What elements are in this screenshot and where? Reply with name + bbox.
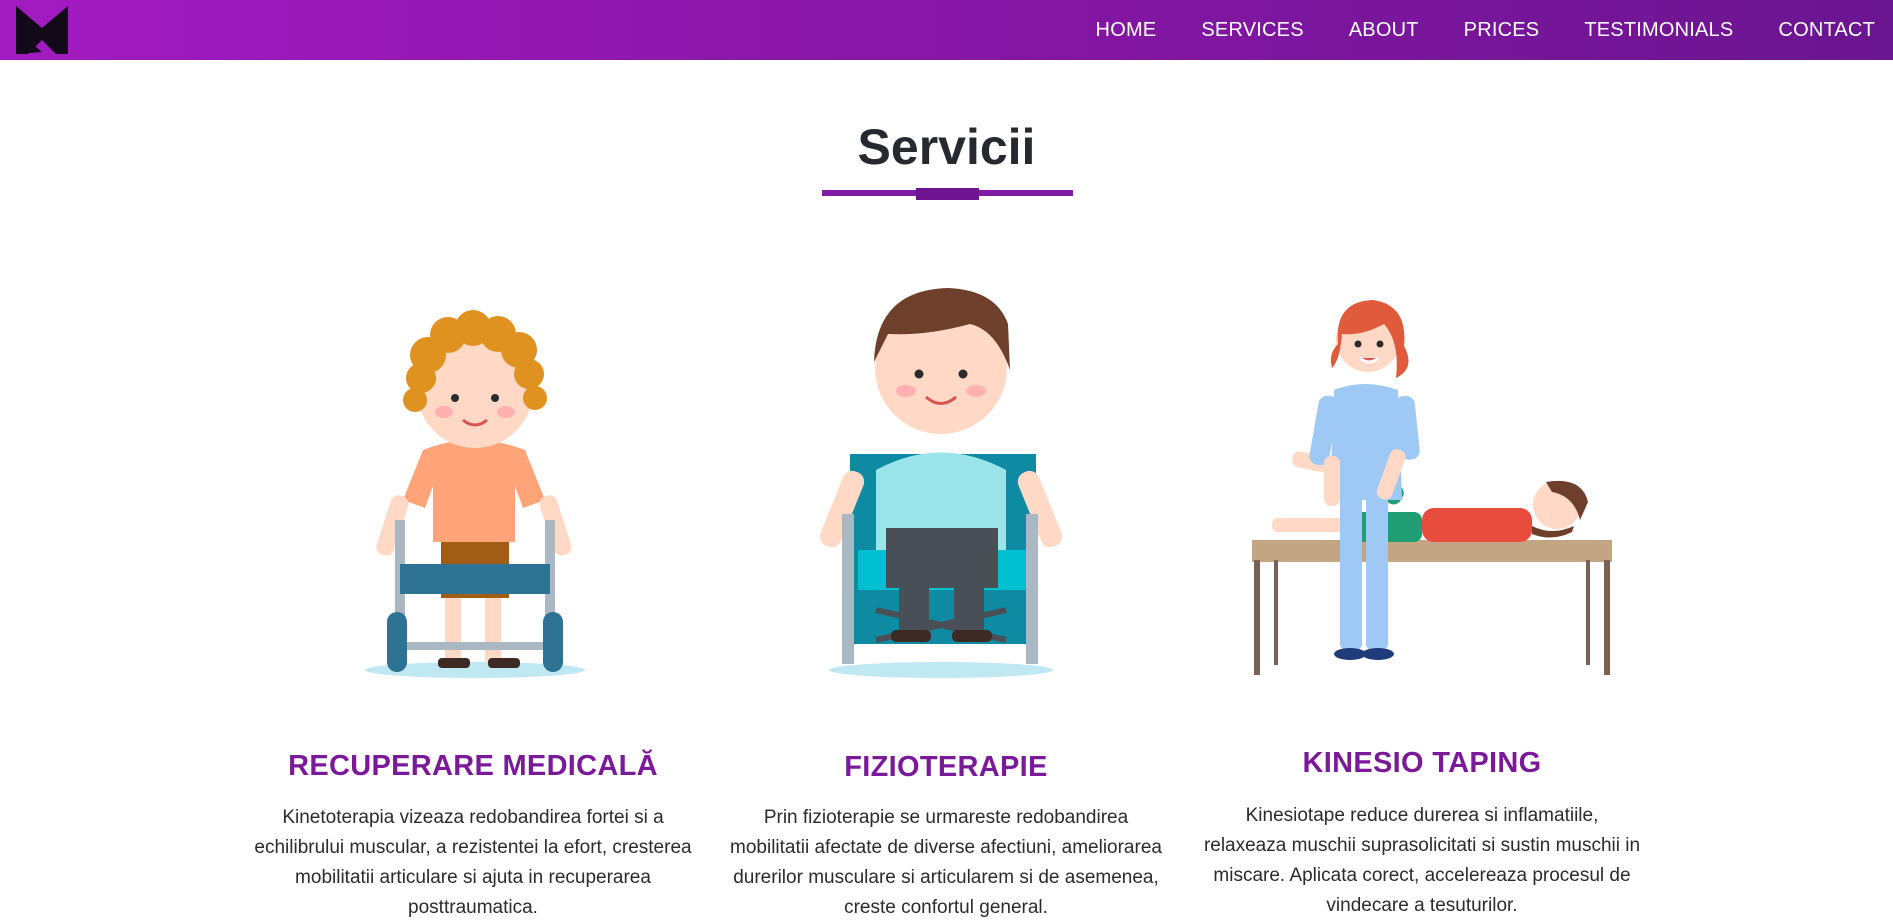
service-card-kinesio: KINESIO TAPING Kinesiotape reduce durere… [1202,250,1642,916]
service-card-recuperare: RECUPERARE MEDICALĂ Kinetoterapia vizeaz… [253,250,693,918]
nav-menu: HOME SERVICES ABOUT PRICES TESTIMONIALS … [1096,0,1893,60]
wheelchair-man-illustration [819,288,1063,678]
nav-contact-link[interactable]: CONTACT [1778,19,1875,42]
service-description: Kinetoterapia vizeaza redobandirea forte… [254,807,692,918]
navbar: HOME SERVICES ABOUT PRICES TESTIMONIALS … [0,0,1893,60]
child-walker-illustration [365,310,585,678]
service-description: Kinesiotape reduce durerea si inflamatii… [1203,805,1641,916]
service-card-fizioterapie: FIZIOTERAPIE Prin fizioterapie se urmare… [726,250,1166,918]
nav-about-link[interactable]: ABOUT [1349,19,1419,42]
m-logo-icon[interactable] [16,6,68,54]
nav-services-link[interactable]: SERVICES [1201,19,1303,42]
therapist-patient-illustration [1252,300,1612,675]
title-underline-accent [916,188,979,200]
service-title: RECUPERARE MEDICALĂ [288,750,658,782]
service-title: KINESIO TAPING [1302,747,1542,779]
service-title: FIZIOTERAPIE [844,751,1048,783]
service-description: Prin fizioterapie se urmareste redobandi… [730,807,1162,918]
nav-home-link[interactable]: HOME [1096,19,1157,42]
section-title: Servicii [857,119,1036,175]
nav-prices-link[interactable]: PRICES [1464,19,1540,42]
nav-testimonials-link[interactable]: TESTIMONIALS [1584,19,1733,42]
